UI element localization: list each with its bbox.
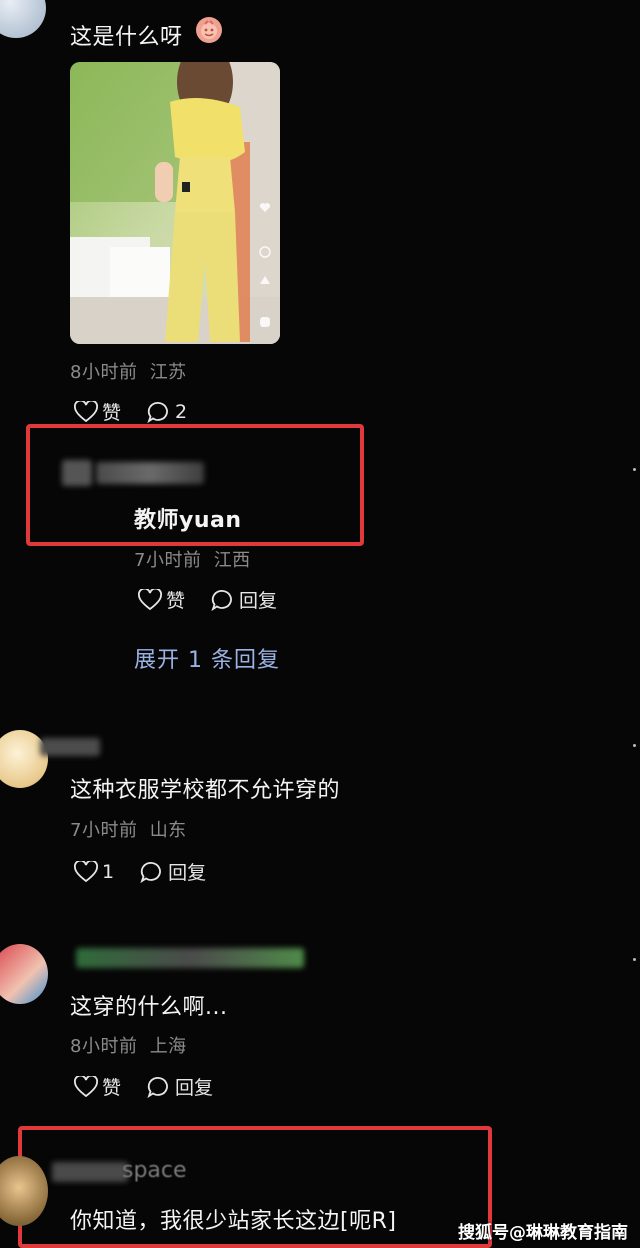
comment-meta: 7小时前 山东 xyxy=(70,816,187,842)
reply-button[interactable]: 2 xyxy=(147,401,187,423)
more-dot xyxy=(633,958,636,961)
reply-button[interactable]: 回复 xyxy=(147,1073,213,1100)
blurred-username xyxy=(76,948,304,968)
comment-meta: 8小时前 上海 xyxy=(70,1032,187,1058)
comment-meta: 8小时前 江苏 xyxy=(70,358,187,384)
comment-actions: 1 回复 xyxy=(74,858,232,885)
comment-bubble-icon xyxy=(147,1076,168,1098)
comment-location: 江西 xyxy=(213,550,251,571)
like-label: 赞 xyxy=(102,402,122,424)
like-button[interactable]: 赞 xyxy=(74,398,121,425)
like-count: 1 xyxy=(102,860,115,883)
reply-label: 回复 xyxy=(239,590,278,612)
blurred-username xyxy=(52,1162,128,1182)
reply-button[interactable]: 回复 xyxy=(140,858,206,885)
emoji-icon xyxy=(196,17,222,43)
comment-text: 这种衣服学校都不允许穿的 xyxy=(70,778,341,803)
reply-label: 回复 xyxy=(168,862,207,884)
comment-text: 这是什么呀 xyxy=(70,25,183,50)
comment-meta: 7小时前 江西 xyxy=(134,546,251,572)
reply-label: 回复 xyxy=(175,1077,214,1099)
blurred-avatar xyxy=(62,460,92,486)
like-button[interactable]: 1 xyxy=(74,860,115,883)
like-button[interactable]: 赞 xyxy=(74,1073,121,1100)
reply-button[interactable]: 回复 xyxy=(211,586,277,613)
comment-time: 8小时前 xyxy=(70,1036,138,1057)
comment-location: 江苏 xyxy=(149,362,187,383)
blurred-username xyxy=(96,462,204,484)
heart-icon xyxy=(74,1075,98,1097)
more-dot xyxy=(633,744,636,747)
comment-actions: 赞 2 xyxy=(74,398,213,425)
comment-location: 上海 xyxy=(149,1036,187,1057)
expand-replies-link[interactable]: 展开 1 条回复 xyxy=(134,642,280,674)
partial-username[interactable]: space xyxy=(122,1158,187,1183)
comment-bubble-icon xyxy=(147,401,168,423)
heart-icon xyxy=(74,860,98,882)
more-dot xyxy=(633,468,636,471)
heart-icon xyxy=(74,400,98,422)
comment-image[interactable] xyxy=(70,62,280,344)
reply-username[interactable]: 教师yuan xyxy=(134,502,242,534)
comment-bubble-icon xyxy=(211,589,232,611)
blurred-username xyxy=(40,738,100,756)
comment-actions: 赞 回复 xyxy=(74,1073,239,1100)
comment-actions: 赞 回复 xyxy=(138,586,303,613)
comment-text: 这穿的什么啊... xyxy=(70,995,228,1020)
heart-icon xyxy=(138,588,162,610)
comment-location: 山东 xyxy=(149,820,187,841)
comment-time: 8小时前 xyxy=(70,362,138,383)
like-label: 赞 xyxy=(102,1077,122,1099)
comment-time: 7小时前 xyxy=(70,820,138,841)
comment-text: 你知道，我很少站家长这边[呃R] xyxy=(70,1209,397,1234)
avatar[interactable] xyxy=(0,0,46,38)
like-button[interactable]: 赞 xyxy=(138,586,185,613)
avatar[interactable] xyxy=(0,944,48,1004)
watermark: 搜狐号@琳琳教育指南 xyxy=(458,1223,628,1243)
like-label: 赞 xyxy=(166,590,186,612)
comment-bubble-icon xyxy=(140,861,161,883)
comment-time: 7小时前 xyxy=(134,550,202,571)
reply-count: 2 xyxy=(175,400,188,423)
